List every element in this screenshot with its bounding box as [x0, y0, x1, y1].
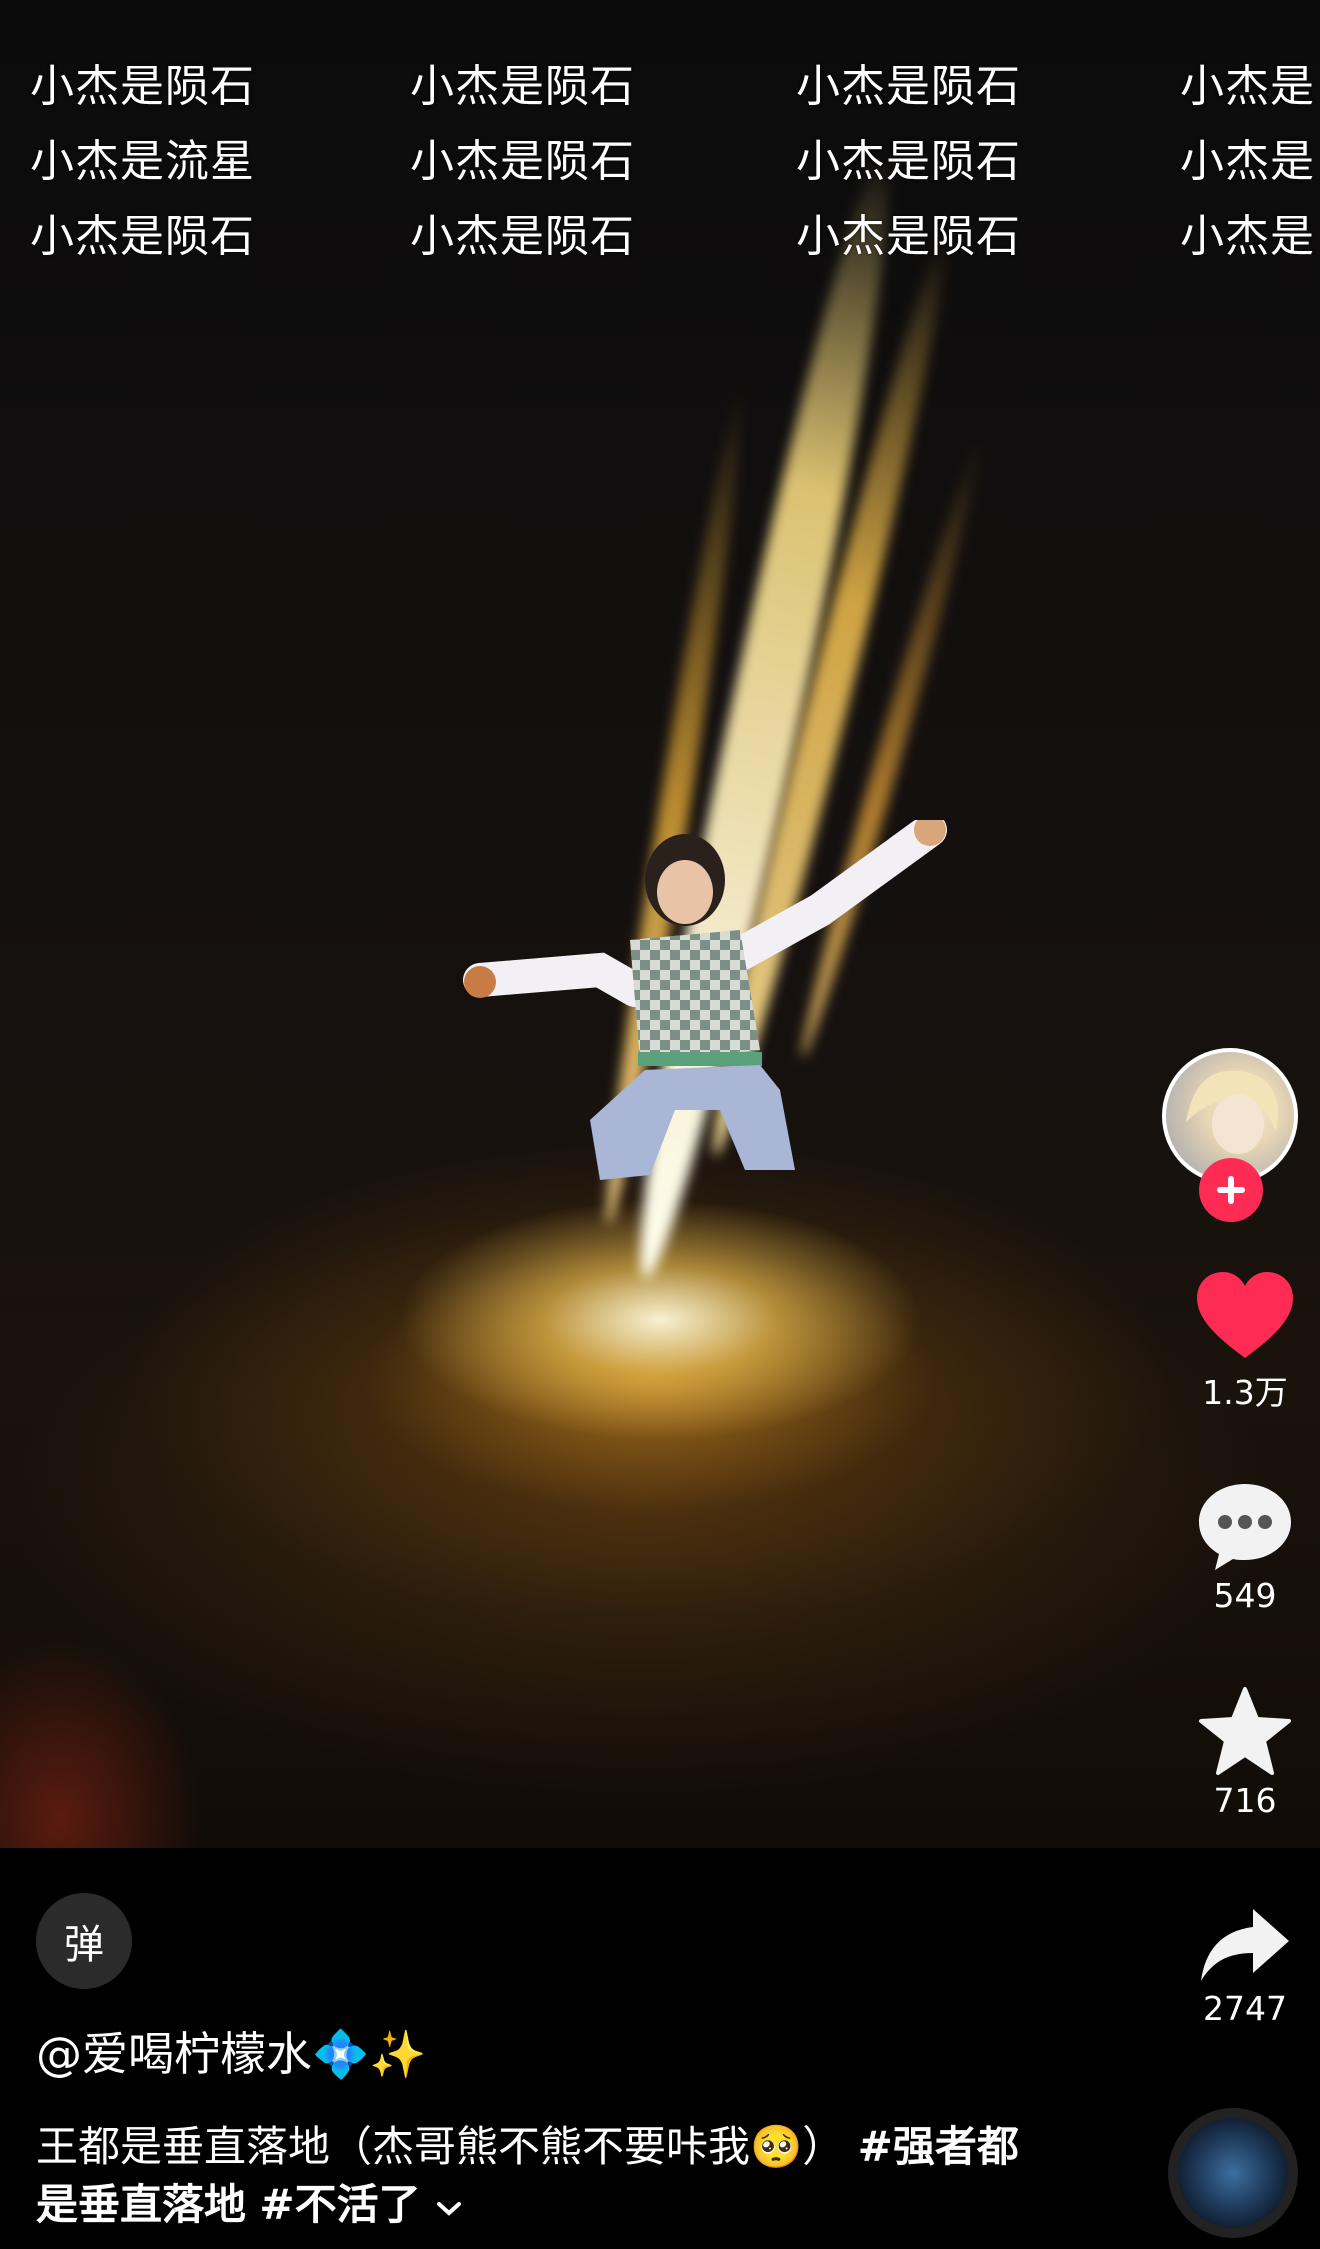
danmaku-comment: 小杰是	[1180, 136, 1315, 187]
star-icon	[1199, 1687, 1291, 1775]
caption-text: 王都是垂直落地（杰哥熊不熊不要咔我🥺）	[36, 2122, 845, 2171]
danmaku-toggle-label: 弹	[64, 1922, 104, 1968]
favorite-count: 716	[1213, 1781, 1277, 1820]
video-caption[interactable]: 王都是垂直落地（杰哥熊不熊不要咔我🥺） #强者都是垂直落地 #不活了	[36, 2118, 1036, 2234]
comment-icon	[1199, 1484, 1291, 1570]
follow-button[interactable]	[1199, 1158, 1263, 1222]
like-button[interactable]: 1.3万	[1170, 1270, 1320, 1414]
music-disc[interactable]	[1168, 2108, 1298, 2238]
danmaku-comment: 小杰是陨石	[410, 211, 635, 262]
danmaku-comment: 小杰是陨石	[796, 136, 1021, 187]
hashtag[interactable]: #不活了	[259, 2180, 420, 2229]
plus-icon	[1217, 1176, 1245, 1204]
share-icon	[1201, 1909, 1289, 1981]
danmaku-comment: 小杰是流星	[30, 136, 255, 187]
danmaku-row: 小杰是陨石 小杰是陨石 小杰是陨石 小杰是	[0, 50, 1320, 112]
favorite-button[interactable]: 716	[1170, 1685, 1320, 1820]
danmaku-toggle-button[interactable]: 弹	[36, 1893, 132, 1989]
share-count: 2747	[1203, 1989, 1287, 2028]
danmaku-comment: 小杰是陨石	[30, 61, 255, 112]
danmaku-comment: 小杰是	[1180, 211, 1315, 262]
heart-icon	[1197, 1272, 1293, 1358]
danmaku-comment: 小杰是	[1180, 61, 1315, 112]
chevron-down-icon[interactable]	[434, 2199, 464, 2219]
danmaku-row: 小杰是陨石 小杰是陨石 小杰是陨石 小杰是	[0, 200, 1320, 262]
comment-count: 549	[1213, 1576, 1277, 1615]
danmaku-comment: 小杰是陨石	[410, 136, 635, 187]
danmaku-comment: 小杰是陨石	[796, 211, 1021, 262]
author-name[interactable]: @爱喝柠檬水💠✨	[36, 2018, 427, 2084]
danmaku-comment: 小杰是陨石	[30, 211, 255, 262]
danmaku-comment: 小杰是陨石	[410, 61, 635, 112]
comment-button[interactable]: 549	[1170, 1480, 1320, 1615]
danmaku-comment: 小杰是陨石	[796, 61, 1021, 112]
share-button[interactable]: 2747	[1170, 1905, 1320, 2028]
danmaku-row: 小杰是流星 小杰是陨石 小杰是陨石 小杰是	[0, 125, 1320, 187]
video-player[interactable]: 小杰是陨石 小杰是陨石 小杰是陨石 小杰是 小杰是流星 小杰是陨石 小杰是陨石 …	[0, 0, 1320, 1848]
dancer-figure	[463, 820, 947, 1180]
like-count: 1.3万	[1202, 1373, 1288, 1412]
